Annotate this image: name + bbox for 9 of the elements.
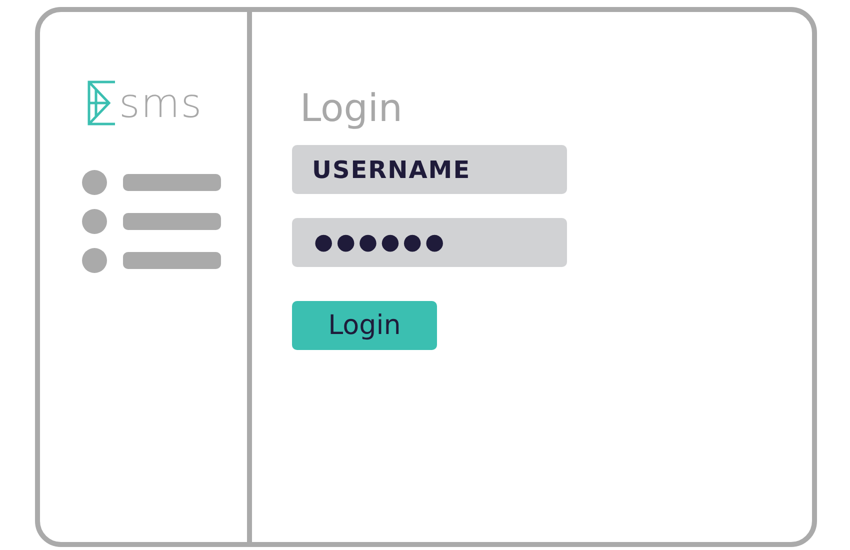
login-button[interactable]: Login <box>292 301 437 350</box>
bullet-icon <box>82 248 107 273</box>
logo-icon <box>87 80 117 126</box>
password-field[interactable]: ●●●●●● <box>292 218 567 267</box>
bullet-icon <box>82 209 107 234</box>
username-field[interactable]: USERNAME <box>292 145 567 194</box>
login-title: Login <box>300 85 403 132</box>
bullet-icon <box>82 170 107 195</box>
logo-text: sms <box>119 84 203 124</box>
